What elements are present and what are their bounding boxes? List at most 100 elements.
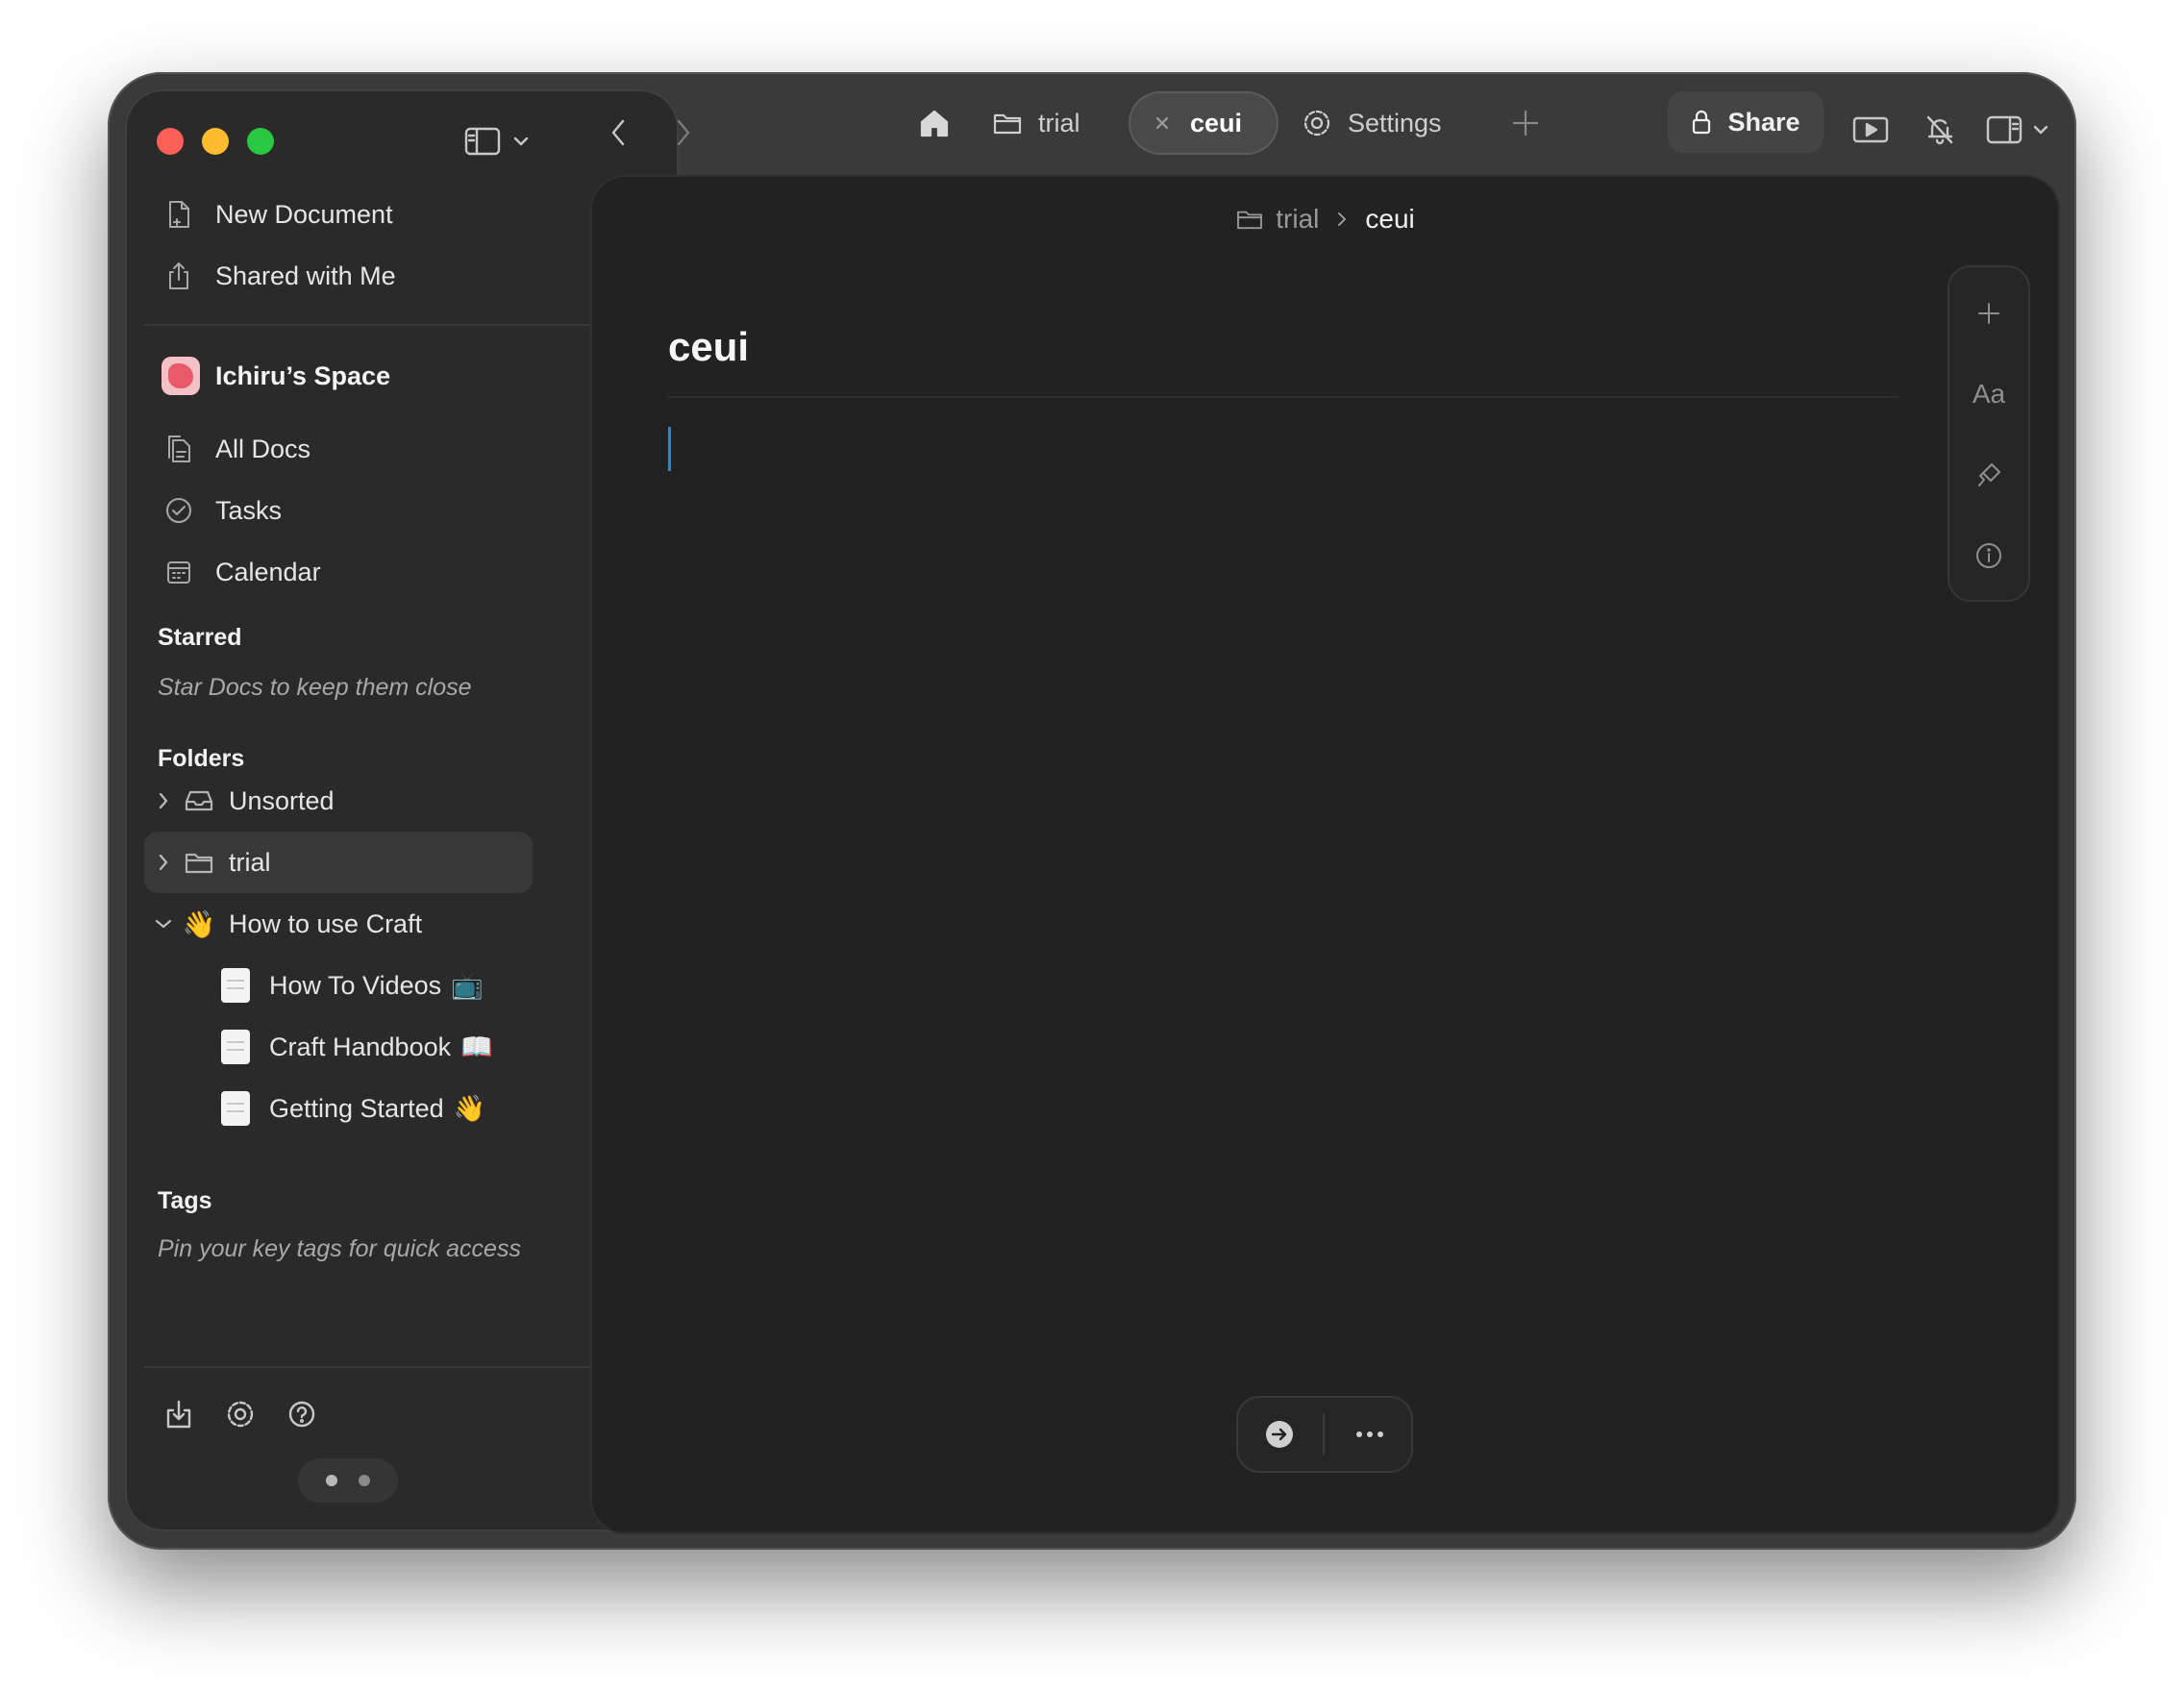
notifications-button[interactable] (1911, 101, 1969, 159)
document-title[interactable]: ceui (668, 324, 749, 370)
doc-label: Craft Handbook (269, 1032, 452, 1061)
present-button[interactable] (1842, 101, 1899, 159)
doc-label: Getting Started (269, 1093, 444, 1123)
share-icon (161, 259, 196, 293)
chevron-right-icon[interactable] (152, 852, 175, 873)
more-button[interactable] (1346, 1411, 1394, 1457)
help-icon (288, 1401, 315, 1428)
play-icon (1852, 116, 1889, 143)
folder-icon (183, 850, 215, 875)
docs-icon (161, 432, 196, 466)
tab-settings[interactable]: Settings (1302, 91, 1442, 155)
share-button[interactable]: Share (1668, 91, 1824, 153)
text-style-label: Aa (1972, 379, 2006, 409)
chevron-right-icon[interactable] (152, 790, 175, 811)
brush-icon (1978, 463, 2000, 486)
forward-button[interactable] (659, 101, 706, 164)
document-thumbnail-icon (221, 1030, 250, 1064)
sidebar-toggle-button[interactable] (458, 118, 536, 164)
arrow-right-circle-icon (1266, 1421, 1293, 1448)
minimize-window-button[interactable] (202, 128, 229, 155)
back-button[interactable] (596, 101, 642, 164)
title-divider (668, 396, 1899, 398)
settings-icon (1303, 110, 1330, 137)
starred-hint: Star Docs to keep them close (158, 674, 472, 701)
share-label: Share (1727, 107, 1800, 137)
page-indicator[interactable] (298, 1458, 398, 1503)
folder-unsorted[interactable]: Unsorted (144, 770, 533, 832)
settings-button[interactable] (221, 1395, 260, 1433)
sidebar-item-all-docs[interactable]: All Docs (144, 420, 644, 478)
chevron-down-icon[interactable] (152, 916, 175, 932)
import-button[interactable] (160, 1395, 198, 1433)
doc-craft-handbook[interactable]: Craft Handbook 📖 (221, 1016, 493, 1078)
info-button[interactable] (1948, 527, 2030, 585)
go-button[interactable] (1255, 1411, 1303, 1457)
doc-how-to-videos[interactable]: How To Videos 📺 (221, 955, 484, 1016)
chevron-down-icon (2033, 125, 2048, 135)
sidebar-icon (464, 127, 501, 156)
new-document-label: New Document (215, 199, 393, 229)
home-icon (920, 110, 949, 137)
tab-label: ceui (1190, 108, 1243, 137)
chevron-left-icon (611, 119, 625, 146)
new-tab-button[interactable] (1503, 91, 1548, 155)
doc-label: How To Videos (269, 970, 442, 1000)
info-icon (1976, 543, 2001, 568)
help-button[interactable] (283, 1395, 321, 1433)
folder-trial[interactable]: trial (144, 832, 533, 893)
more-icon (1356, 1431, 1383, 1437)
wave-emoji: 👋 (182, 908, 216, 940)
lock-icon (1693, 110, 1711, 135)
close-window-button[interactable] (157, 128, 184, 155)
bell-off-icon (1926, 115, 1953, 145)
sidebar-item-tasks[interactable]: Tasks (144, 482, 644, 539)
sidebar-item-calendar[interactable]: Calendar (144, 543, 644, 601)
plus-icon (1512, 110, 1539, 137)
tab-home[interactable] (906, 91, 963, 155)
doc-getting-started[interactable]: Getting Started 👋 (221, 1078, 485, 1139)
inspector-toggle-button[interactable] (1976, 101, 2059, 159)
shared-with-me-label: Shared with Me (215, 261, 396, 290)
insert-block-button[interactable] (1948, 285, 2030, 342)
page-dot-active (326, 1475, 337, 1486)
tab-ceui[interactable]: ceui (1129, 91, 1278, 155)
close-tab-button[interactable] (1154, 114, 1171, 132)
folder-label: How to use Craft (229, 908, 423, 938)
pill-divider (1323, 1413, 1325, 1456)
inbox-icon (183, 788, 215, 813)
new-document-item[interactable]: New Document (144, 186, 644, 243)
sidebar-divider (144, 324, 663, 326)
folder-label: Unsorted (229, 785, 335, 815)
all-docs-label: All Docs (215, 434, 311, 463)
tv-emoji: 📺 (451, 971, 484, 1001)
folder-label: trial (229, 847, 271, 877)
text-style-button[interactable]: Aa (1948, 365, 2030, 423)
text-cursor[interactable] (668, 427, 671, 471)
folder-icon (993, 113, 1022, 135)
check-circle-icon (161, 493, 196, 528)
folders-heading: Folders (158, 745, 245, 772)
document-thumbnail-icon (221, 968, 250, 1003)
style-brush-button[interactable] (1948, 446, 2030, 504)
breadcrumb-folder[interactable]: trial (1276, 204, 1319, 235)
bottom-actions (1236, 1396, 1413, 1473)
starred-heading: Starred (158, 624, 242, 651)
editor-toolbar: Aa (1948, 265, 2030, 602)
folder-how-to-use-craft[interactable]: 👋 How to use Craft (144, 893, 533, 955)
zoom-window-button[interactable] (247, 128, 274, 155)
tab-trial[interactable]: trial (992, 91, 1080, 155)
editor-pane: trial ceui ceui Aa (590, 175, 2060, 1534)
tags-heading: Tags (158, 1187, 212, 1214)
shared-with-me-item[interactable]: Shared with Me (144, 247, 644, 305)
close-icon (1155, 116, 1169, 130)
sidebar-footer-divider (144, 1366, 663, 1368)
plus-icon (1978, 303, 1999, 324)
tags-hint: Pin your key tags for quick access (158, 1235, 521, 1262)
chevron-down-icon (513, 137, 529, 146)
calendar-icon (161, 555, 196, 589)
chevron-right-icon (677, 119, 690, 146)
page-dot (359, 1475, 370, 1486)
document-thumbnail-icon (221, 1091, 250, 1126)
space-switcher[interactable]: Ichiru’s Space (144, 347, 644, 405)
